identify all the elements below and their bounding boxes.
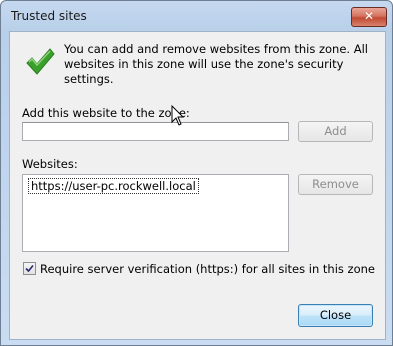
remove-button[interactable]: Remove [298,174,373,195]
mouse-cursor-icon [171,105,185,126]
dialog-window: Trusted sites ✕ You can add and remove w… [0,0,393,346]
add-website-label: Add this website to the zone: [22,106,190,120]
add-button[interactable]: Add [298,121,373,142]
verification-checkbox[interactable] [23,262,36,275]
close-icon: ✕ [363,9,375,23]
checkbox-check-icon [25,264,34,273]
dialog-body: You can add and remove websites from thi… [9,31,386,340]
websites-label: Websites: [22,157,78,171]
websites-list[interactable]: https://user-pc.rockwell.local [22,174,289,252]
window-title: Trusted sites [11,9,87,23]
website-input[interactable] [22,122,289,141]
title-bar[interactable]: Trusted sites ✕ [1,1,392,31]
close-button[interactable]: Close [298,304,373,327]
checkmark-icon [26,48,55,75]
window-close-button[interactable]: ✕ [351,7,387,27]
verification-label[interactable]: Require server verification (https:) for… [40,262,375,276]
zone-description: You can add and remove websites from thi… [64,42,368,86]
list-item[interactable]: https://user-pc.rockwell.local [28,178,199,194]
